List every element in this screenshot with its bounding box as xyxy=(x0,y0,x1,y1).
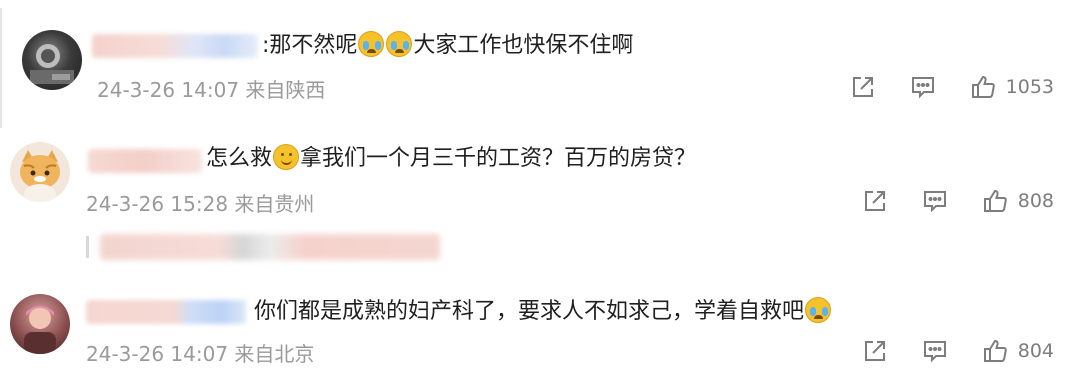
comment-actions: 1053 xyxy=(850,72,1054,102)
comment-text: :那不然呢 大家工作也快保不住啊 xyxy=(262,31,633,61)
like-icon[interactable] xyxy=(982,338,1008,364)
share-icon[interactable] xyxy=(850,74,876,100)
comment-text: 你们都是成熟的妇产科了，要求人不如求己，学着自救吧 xyxy=(254,297,832,327)
comment-item: :那不然呢 大家工作也快保不住啊 24-3-26 14:07 来自陕西 1053 xyxy=(0,0,1080,125)
like-icon[interactable] xyxy=(970,74,996,100)
comment-meta: 24-3-26 15:28 来自贵州 xyxy=(86,188,314,217)
smile-emoji-icon xyxy=(273,144,300,170)
username-blurred[interactable] xyxy=(88,149,202,173)
cry-emoji-icon xyxy=(386,31,413,57)
like-count: 1053 xyxy=(1005,76,1054,98)
reply-indicator xyxy=(86,236,89,258)
avatar[interactable] xyxy=(10,294,70,354)
comment-item: 怎么救 拿我们一个月三千的工资？百万的房贷？ 24-3-26 15:28 来自贵州… xyxy=(0,125,1080,270)
comment-text-part: 大家工作也快保不住啊 xyxy=(413,33,634,58)
comment-icon[interactable] xyxy=(922,188,948,214)
comment-item: 你们都是成熟的妇产科了，要求人不如求己，学着自救吧 24-3-26 14:07 … xyxy=(0,270,1080,381)
comment-time: 24-3-26 14:07 xyxy=(86,342,229,366)
comment-text-part: 怎么救 xyxy=(206,146,273,171)
comment-icon[interactable] xyxy=(922,338,948,364)
username-blurred[interactable] xyxy=(86,300,246,324)
comment-location: 来自贵州 xyxy=(234,192,315,216)
share-icon[interactable] xyxy=(862,188,888,214)
comment-icon[interactable] xyxy=(910,74,936,100)
comment-meta: 24-3-26 14:07 来自北京 xyxy=(86,338,314,367)
like-count: 808 xyxy=(1017,190,1054,212)
comment-location: 来自北京 xyxy=(234,342,315,366)
share-icon[interactable] xyxy=(862,338,888,364)
comment-text: 怎么救 拿我们一个月三千的工资？百万的房贷？ xyxy=(206,144,696,174)
comment-meta: 24-3-26 14:07 来自陕西 xyxy=(97,74,325,103)
comment-time: 24-3-26 15:28 xyxy=(86,192,229,216)
comment-actions: 804 xyxy=(862,336,1054,366)
comment-text-part: 拿我们一个月三千的工资？百万的房贷？ xyxy=(300,146,697,171)
avatar[interactable] xyxy=(22,30,82,90)
like-count: 804 xyxy=(1017,340,1054,362)
comment-time: 24-3-26 14:07 xyxy=(97,78,240,102)
avatar[interactable] xyxy=(10,142,70,202)
comment-text-part: 你们都是成熟的妇产科了，要求人不如求己，学着自救吧 xyxy=(254,299,805,324)
cry-emoji-icon xyxy=(805,297,832,323)
like-icon[interactable] xyxy=(982,188,1008,214)
cry-emoji-icon xyxy=(358,31,385,57)
reply-blurred[interactable] xyxy=(100,234,440,260)
comment-location: 来自陕西 xyxy=(245,78,326,102)
username-blurred[interactable] xyxy=(92,34,258,58)
comment-text-part: :那不然呢 xyxy=(262,33,358,58)
comment-actions: 808 xyxy=(862,186,1054,216)
